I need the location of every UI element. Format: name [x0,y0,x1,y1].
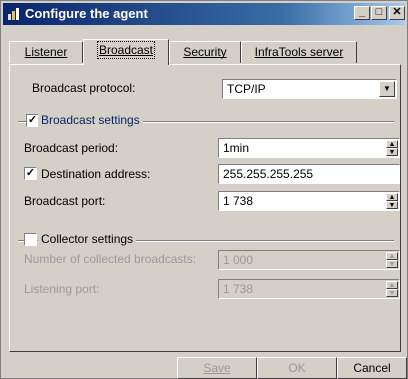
broadcast-port-value: 1 738 [223,194,254,208]
chevron-down-icon[interactable]: ▼ [379,81,395,97]
collected-broadcasts-spinner[interactable]: ▲ ▼ [386,252,398,268]
cancel-button-label: Cancel [353,361,391,375]
maximize-button[interactable]: □ [371,6,387,20]
cancel-button[interactable]: Cancel [337,357,407,379]
minimize-icon: _ [358,6,366,18]
listening-port-spinner[interactable]: ▲ ▼ [386,281,398,297]
listening-port-value: 1 738 [223,282,254,296]
spin-down-icon[interactable]: ▼ [386,289,398,297]
window-title: Configure the agent [25,6,148,21]
tab-label: Listener [24,45,68,59]
collected-broadcasts-value: 1 000 [223,253,254,267]
broadcast-protocol-select[interactable]: TCP/IP ▼ [222,79,397,99]
spin-up-icon[interactable]: ▲ [386,281,398,289]
spin-down-icon[interactable]: ▼ [386,148,398,156]
save-button[interactable]: Save [177,357,257,379]
tab-broadcast[interactable]: Broadcast [83,39,169,65]
close-icon: ✕ [392,6,402,18]
tab-listener[interactable]: Listener [9,41,83,63]
spin-down-icon[interactable]: ▼ [386,260,398,268]
spin-up-icon[interactable]: ▲ [386,193,398,201]
listening-port-field[interactable]: 1 738 ▲ ▼ [218,279,400,299]
broadcast-period-field[interactable]: 1min ▲ ▼ [218,138,400,158]
collected-broadcasts-label: Number of collected broadcasts: [24,252,197,266]
destination-address-label: Destination address: [41,167,151,181]
broadcast-port-field[interactable]: 1 738 ▲ ▼ [218,191,400,211]
checkmark-icon: ✓ [25,167,36,179]
broadcast-period-value: 1min [223,141,250,155]
broadcast-port-spinner[interactable]: ▲ ▼ [386,193,398,209]
broadcast-period-spinner[interactable]: ▲ ▼ [386,140,398,156]
spin-down-icon[interactable]: ▼ [386,201,398,209]
broadcast-period-label: Broadcast period: [24,141,119,155]
collector-settings-title: Collector settings [38,232,137,246]
destination-address-field[interactable]: 255.255.255.255 [218,164,400,184]
broadcast-protocol-value: TCP/IP [227,82,266,96]
tab-security[interactable]: Security [169,41,241,63]
agent-app-icon [8,8,19,20]
collected-broadcasts-field[interactable]: 1 000 ▲ ▼ [218,250,400,270]
broadcast-panel: Broadcast protocol: TCP/IP ▼ ✓ Broadcast… [9,64,401,352]
maximize-icon: □ [375,6,383,18]
save-button-label: Save [203,361,231,375]
title-bar[interactable]: Configure the agent _ □ ✕ [3,3,405,25]
tab-label: Security [183,45,227,59]
broadcast-protocol-label: Broadcast protocol: [32,81,136,95]
tab-label: InfraTools server [254,45,344,59]
destination-address-checkbox[interactable]: ✓ [24,167,37,180]
listening-port-label: Listening port: [24,282,100,296]
broadcast-settings-title: Broadcast settings [38,113,143,127]
tab-infratools-server[interactable]: InfraTools server [241,41,357,63]
tab-label: Broadcast [96,41,156,59]
spin-up-icon[interactable]: ▲ [386,140,398,148]
broadcast-port-label: Broadcast port: [24,194,106,208]
minimize-button[interactable]: _ [354,6,370,20]
close-button[interactable]: ✕ [389,6,405,20]
spin-up-icon[interactable]: ▲ [386,252,398,260]
ok-button[interactable]: OK [257,357,337,379]
collector-settings-checkbox[interactable] [24,233,37,246]
ok-button-label: OK [288,361,306,375]
destination-address-value: 255.255.255.255 [223,167,314,181]
checkmark-icon: ✓ [27,114,38,126]
agent-config-window: Configure the agent _ □ ✕ Listener Broad… [0,0,408,379]
